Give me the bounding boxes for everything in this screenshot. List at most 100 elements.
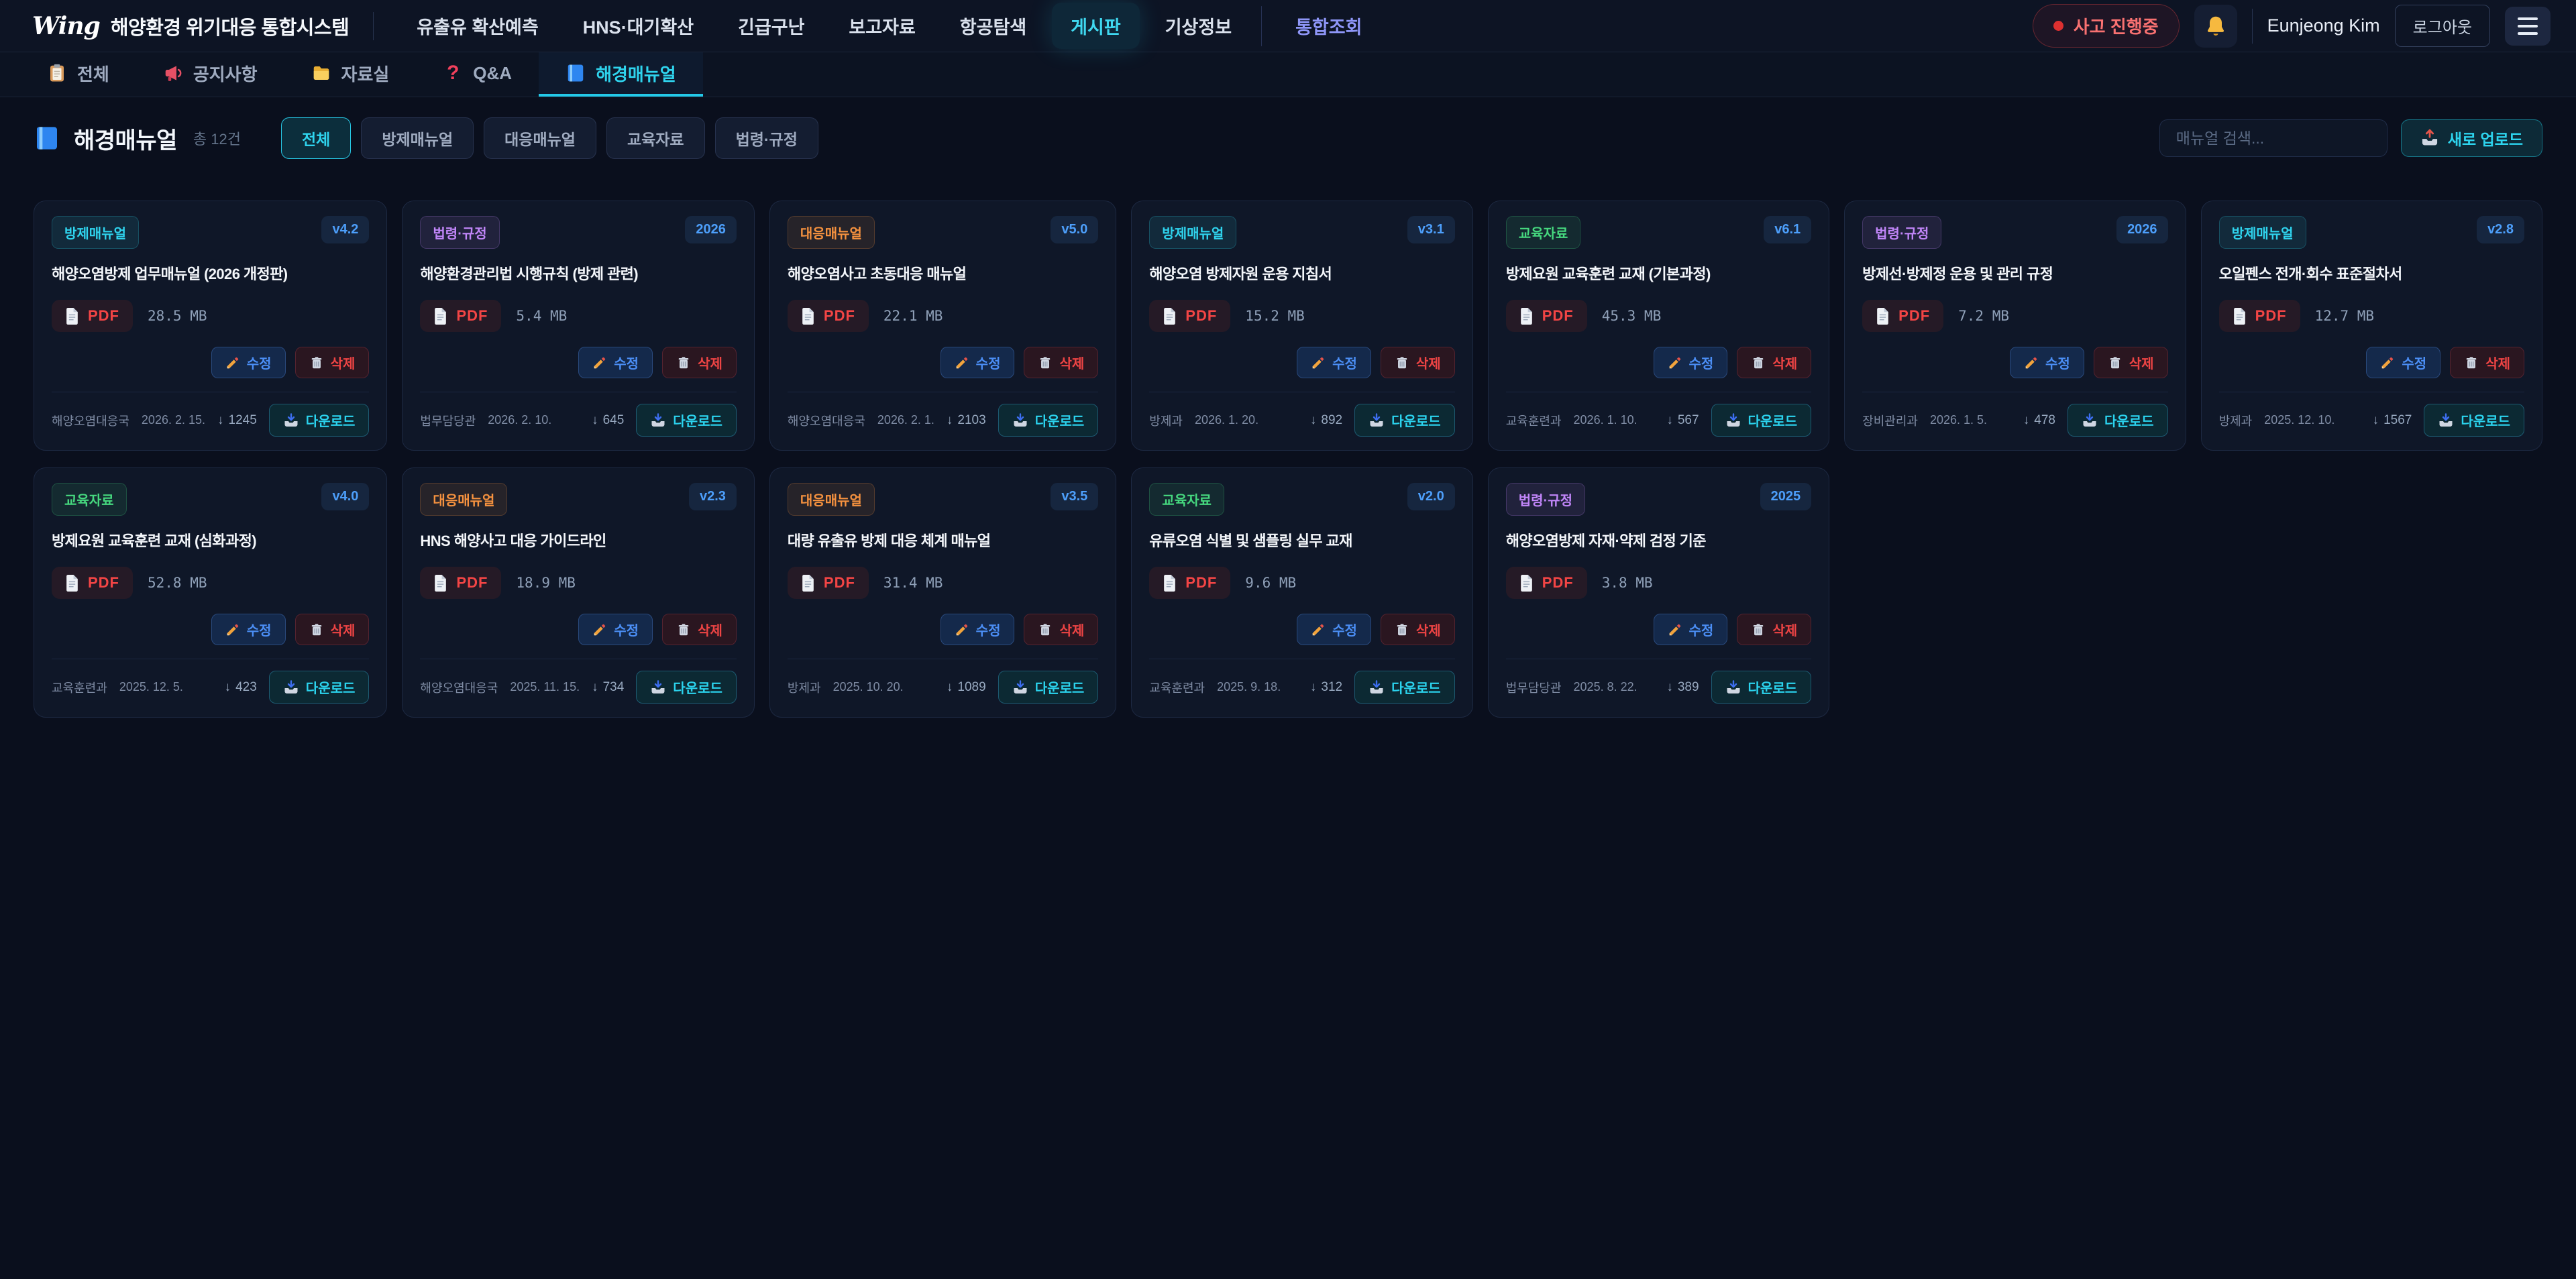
version-badge: v2.3: [689, 483, 737, 510]
download-button[interactable]: 다운로드: [1354, 404, 1455, 437]
document-icon: [801, 308, 815, 325]
topnav-item-7[interactable]: 기상정보: [1146, 3, 1250, 49]
down-arrow-icon: ↓: [947, 680, 953, 695]
edit-button[interactable]: 수정: [578, 614, 653, 645]
topnav-item-3[interactable]: 긴급구난: [719, 3, 823, 49]
board-tab-5[interactable]: 해경매뉴얼: [539, 52, 703, 97]
delete-button[interactable]: 삭제: [1024, 614, 1098, 645]
board-tabbar: 전체 공지사항 자료실?Q&A해경매뉴얼: [0, 52, 2576, 97]
edit-button[interactable]: 수정: [2010, 347, 2084, 378]
pencil-icon: [1311, 622, 1326, 637]
download-button[interactable]: 다운로드: [636, 671, 737, 704]
edit-button[interactable]: 수정: [941, 347, 1015, 378]
version-badge: v2.0: [1407, 483, 1455, 510]
manual-card-3: 대응매뉴얼 v5.0 해양오염사고 초동대응 매뉴얼 PDF 22.1 MB 수…: [769, 201, 1116, 451]
file-type-label: PDF: [824, 574, 855, 592]
download-button[interactable]: 다운로드: [1711, 671, 1812, 704]
filter-chip-3[interactable]: 대응매뉴얼: [484, 117, 596, 159]
version-badge: v4.2: [321, 216, 369, 243]
topnav-item-2[interactable]: HNS·대기확산: [564, 3, 712, 49]
board-tab-4[interactable]: ?Q&A: [416, 52, 539, 97]
filter-chip-5[interactable]: 법령·규정: [715, 117, 818, 159]
pdf-chip: PDF: [52, 300, 133, 332]
upload-button[interactable]: 새로 업로드: [2401, 119, 2542, 157]
hamburger-menu-button[interactable]: [2505, 7, 2551, 46]
download-button[interactable]: 다운로드: [269, 671, 370, 704]
header-right-cluster: 새로 업로드: [2159, 119, 2542, 157]
board-tab-1[interactable]: 전체: [20, 52, 136, 97]
delete-button[interactable]: 삭제: [1737, 347, 1811, 378]
topnav-item-4[interactable]: 보고자료: [830, 3, 934, 49]
delete-button[interactable]: 삭제: [1024, 347, 1098, 378]
edit-button[interactable]: 수정: [1297, 614, 1371, 645]
download-button[interactable]: 다운로드: [998, 404, 1099, 437]
pdf-chip: PDF: [1862, 300, 1943, 332]
file-type-label: PDF: [1898, 307, 1930, 325]
edit-button[interactable]: 수정: [1654, 347, 1728, 378]
delete-button[interactable]: 삭제: [1737, 614, 1811, 645]
filter-chip-4[interactable]: 교육자료: [606, 117, 705, 159]
download-count: ↓ 734: [592, 680, 624, 695]
delete-button[interactable]: 삭제: [1381, 347, 1455, 378]
delete-button[interactable]: 삭제: [2450, 347, 2524, 378]
delete-button[interactable]: 삭제: [295, 347, 370, 378]
filter-chip-1[interactable]: 전체: [281, 117, 351, 159]
download-button[interactable]: 다운로드: [1711, 404, 1812, 437]
manual-card-5: 교육자료 v6.1 방제요원 교육훈련 교재 (기본과정) PDF 45.3 M…: [1488, 201, 1829, 451]
delete-button[interactable]: 삭제: [295, 614, 370, 645]
board-tab-2[interactable]: 공지사항: [136, 52, 284, 97]
pdf-chip: PDF: [1149, 567, 1230, 599]
department-label: 법무담당관: [420, 412, 476, 429]
edit-button[interactable]: 수정: [2366, 347, 2440, 378]
upload-date: 2025. 12. 5.: [119, 680, 183, 694]
edit-button[interactable]: 수정: [211, 347, 286, 378]
category-badge: 교육자료: [1506, 216, 1581, 249]
delete-button[interactable]: 삭제: [2094, 347, 2168, 378]
edit-button[interactable]: 수정: [1297, 347, 1371, 378]
topnav-item-1[interactable]: 유출유 확산예측: [398, 3, 557, 49]
download-tray-icon: [1368, 412, 1385, 429]
topnav-item-5[interactable]: 항공탐색: [941, 3, 1045, 49]
page-header: 해경매뉴얼 총 12건 전체방제매뉴얼대응매뉴얼교육자료법령·규정 새로 업로드: [34, 117, 2542, 159]
edit-button[interactable]: 수정: [578, 347, 653, 378]
department-label: 교육훈련과: [52, 679, 107, 696]
board-tab-label: 공지사항: [193, 61, 258, 86]
topnav-item-6[interactable]: 게시판: [1052, 3, 1140, 49]
download-button[interactable]: 다운로드: [269, 404, 370, 437]
download-button[interactable]: 다운로드: [2068, 404, 2168, 437]
delete-button[interactable]: 삭제: [1381, 614, 1455, 645]
download-button[interactable]: 다운로드: [2424, 404, 2524, 437]
file-size: 12.7 MB: [2315, 308, 2375, 324]
filter-chip-2[interactable]: 방제매뉴얼: [361, 117, 474, 159]
manual-title: 해양오염방제 자재·약제 검정 기준: [1506, 529, 1811, 551]
topnav-item-integrated-search[interactable]: 통합조회: [1279, 3, 1378, 49]
download-button[interactable]: 다운로드: [998, 671, 1099, 704]
board-tab-3[interactable]: 자료실: [284, 52, 417, 97]
manual-card-9: 대응매뉴얼 v2.3 HNS 해양사고 대응 가이드라인 PDF 18.9 MB…: [402, 467, 755, 718]
user-name: Eunjeong Kim: [2267, 15, 2380, 36]
incident-dot-icon: [2053, 21, 2063, 31]
user-separator: [2252, 9, 2253, 44]
delete-button[interactable]: 삭제: [662, 347, 737, 378]
delete-button[interactable]: 삭제: [662, 614, 737, 645]
edit-button[interactable]: 수정: [941, 614, 1015, 645]
version-badge: 2025: [1760, 483, 1812, 510]
edit-button[interactable]: 수정: [211, 614, 286, 645]
category-badge: 법령·규정: [1862, 216, 1941, 249]
document-icon: [1163, 308, 1177, 325]
page-title: 해경매뉴얼: [74, 122, 177, 155]
download-button[interactable]: 다운로드: [1354, 671, 1455, 704]
department-label: 해양오염대응국: [788, 412, 865, 429]
version-badge: v3.5: [1051, 483, 1098, 510]
file-size: 45.3 MB: [1602, 308, 1662, 324]
file-type-label: PDF: [824, 307, 855, 325]
search-input[interactable]: [2159, 119, 2387, 157]
document-icon: [1519, 575, 1534, 592]
edit-button[interactable]: 수정: [1654, 614, 1728, 645]
notifications-button[interactable]: [2194, 5, 2237, 48]
file-size: 22.1 MB: [883, 308, 943, 324]
logout-button[interactable]: 로그아웃: [2395, 5, 2490, 47]
download-button[interactable]: 다운로드: [636, 404, 737, 437]
department-label: 방제과: [1149, 412, 1183, 429]
down-arrow-icon: ↓: [592, 680, 598, 695]
